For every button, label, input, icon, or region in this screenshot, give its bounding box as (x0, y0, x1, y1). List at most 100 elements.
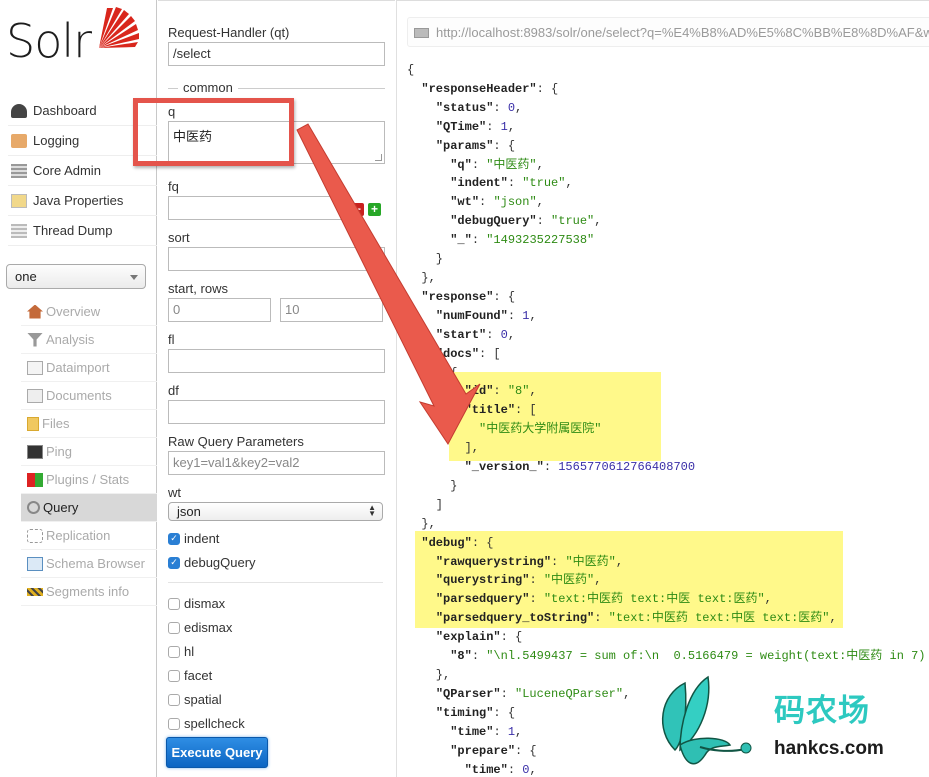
json-punct: , (615, 554, 624, 569)
json-punct: { (407, 63, 415, 77)
start-input[interactable]: 0 (168, 298, 271, 322)
json-line: "rawquerystring": "中医药", (407, 553, 926, 572)
json-punct: , (507, 327, 516, 342)
json-key: "explain" (435, 630, 501, 645)
replication-icon (27, 528, 43, 543)
spellcheck-checkbox[interactable] (168, 717, 180, 730)
core-selector[interactable]: one (6, 264, 146, 289)
core-nav-schema-browser[interactable]: Schema Browser (21, 550, 157, 578)
json-punct: , (507, 119, 516, 134)
spellcheck-checkbox-row[interactable]: spellcheck (168, 716, 245, 731)
json-punct: : (594, 611, 609, 626)
json-line: "timing": { (407, 704, 926, 723)
core-nav-replication[interactable]: Replication (21, 522, 157, 550)
remove-fq-button[interactable]: − (351, 203, 364, 216)
chevron-down-icon (130, 275, 138, 280)
request-handler-input[interactable]: /select (168, 42, 385, 66)
json-punct (407, 403, 465, 417)
json-key: "QTime" (435, 119, 487, 134)
json-line: }, (407, 269, 926, 288)
wt-value: json (177, 504, 201, 519)
spatial-checkbox-row[interactable]: spatial (168, 692, 222, 707)
nav-label: Documents (46, 388, 112, 403)
json-string: "8" (507, 384, 530, 399)
house-icon (27, 304, 43, 319)
json-punct: : (529, 573, 544, 588)
updown-arrows-icon: ▲ ▼ (368, 503, 376, 518)
json-line: "debug": { (407, 534, 926, 553)
json-punct (407, 744, 450, 758)
checkbox-label: edismax (184, 620, 233, 635)
indent-checkbox-row[interactable]: ✓ indent (168, 531, 219, 546)
nav-label: Replication (46, 528, 111, 543)
fq-input[interactable] (168, 196, 345, 220)
core-nav-plugins[interactable]: Plugins / Stats (21, 466, 157, 494)
wt-select[interactable]: json ▲ ▼ (168, 502, 383, 521)
core-nav-query[interactable]: Query (21, 494, 157, 522)
json-punct (407, 763, 465, 777)
nav-label: Dataimport (46, 360, 110, 375)
q-textarea[interactable]: 中医药 (168, 121, 385, 164)
dataimport-icon (27, 360, 43, 375)
core-nav-ping[interactable]: Ping (21, 438, 157, 466)
core-nav-files[interactable]: Files (21, 410, 157, 438)
request-url-link[interactable]: http://localhost:8983/solr/one/select?q=… (407, 17, 929, 47)
dismax-checkbox-row[interactable]: dismax (168, 596, 225, 611)
core-nav-dataimport[interactable]: Dataimport (21, 354, 157, 382)
nav-label: Segments info (46, 584, 130, 599)
core-nav-overview[interactable]: Overview (21, 298, 157, 326)
barrier-icon (27, 587, 43, 596)
core-nav-segments-info[interactable]: Segments info (21, 578, 157, 606)
add-fq-button[interactable]: + (368, 203, 381, 216)
nav-java-properties[interactable]: Java Properties (8, 186, 157, 216)
spatial-checkbox[interactable] (168, 693, 180, 706)
execute-query-button[interactable]: Execute Query (166, 737, 268, 768)
facet-checkbox-row[interactable]: facet (168, 668, 212, 683)
json-punct (407, 195, 450, 209)
debugquery-checkbox-row[interactable]: ✓ debugQuery (168, 555, 256, 570)
json-line: "parsedquery_toString": "text:中医药 text:中… (407, 609, 926, 628)
folder-icon (27, 416, 39, 431)
sort-input[interactable] (168, 247, 385, 271)
json-key: "wt" (450, 195, 480, 210)
nav-label: Java Properties (33, 193, 124, 208)
json-punct: }, (407, 516, 436, 531)
df-input[interactable] (168, 400, 385, 424)
core-nav-documents[interactable]: Documents (21, 382, 157, 410)
resize-grip-icon[interactable] (375, 154, 382, 161)
fl-input[interactable] (168, 349, 385, 373)
facet-checkbox[interactable] (168, 669, 180, 682)
core-nav: Overview Analysis Dataimport Documents F… (21, 298, 157, 606)
nav-thread-dump[interactable]: Thread Dump (8, 216, 157, 246)
debugquery-checkbox[interactable]: ✓ (168, 556, 180, 569)
json-key: "prepare" (450, 743, 516, 758)
json-number: 0 (500, 327, 508, 342)
nav-logging[interactable]: Logging (8, 126, 157, 156)
hl-checkbox-row[interactable]: hl (168, 644, 194, 659)
indent-checkbox[interactable]: ✓ (168, 532, 180, 545)
core-nav-analysis[interactable]: Analysis (21, 326, 157, 354)
solr-logo[interactable]: Solr (6, 4, 139, 74)
nav-core-admin[interactable]: Core Admin (8, 156, 157, 186)
logo-text: Solr (6, 14, 92, 68)
json-line: }, (407, 515, 926, 534)
json-key: "params" (435, 138, 494, 153)
json-line: { (407, 61, 926, 80)
json-punct (407, 120, 436, 134)
edismax-checkbox-row[interactable]: edismax (168, 620, 232, 635)
json-key: "QParser" (435, 686, 501, 701)
raw-params-input[interactable]: key1=val1&key2=val2 (168, 451, 385, 475)
edismax-checkbox[interactable] (168, 621, 180, 634)
json-punct: : (493, 100, 508, 115)
dismax-checkbox[interactable] (168, 597, 180, 610)
rows-input[interactable]: 10 (280, 298, 383, 322)
json-punct: : (471, 649, 487, 664)
checkbox-label: spellcheck (184, 716, 245, 731)
nav-label: Schema Browser (46, 556, 145, 571)
checkbox-label: debugQuery (184, 555, 256, 570)
nav-dashboard[interactable]: Dashboard (8, 96, 157, 126)
json-punct: , (594, 573, 602, 588)
hl-checkbox[interactable] (168, 645, 180, 658)
json-line: "title": [ (407, 401, 926, 420)
json-punct (407, 82, 421, 96)
